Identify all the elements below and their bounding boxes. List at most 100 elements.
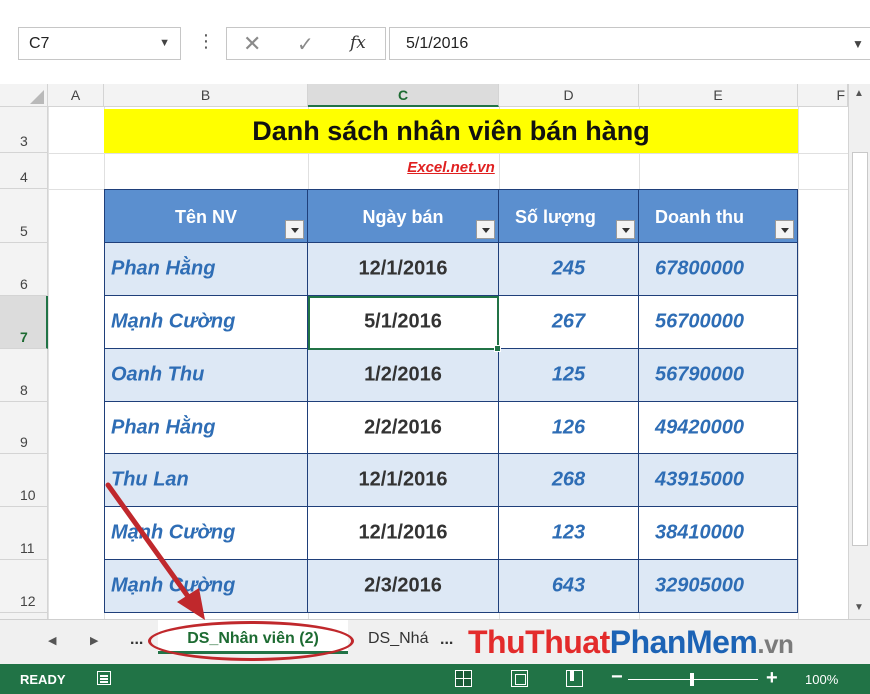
column-headers: A B C D E F [0, 84, 848, 107]
row-header-5[interactable]: 5 [0, 189, 48, 243]
cell-date[interactable]: 12/1/2016 [308, 507, 499, 560]
status-text: READY [20, 672, 66, 687]
watermark-logo: ThuThuatPhanMem.vn [468, 624, 794, 660]
scrollbar-thumb[interactable] [852, 152, 868, 546]
zoom-slider-thumb[interactable] [690, 673, 694, 686]
row-header-3[interactable]: 3 [0, 107, 48, 153]
column-header-a[interactable]: A [48, 84, 104, 107]
table-row: Oanh Thu 1/2/2016 125 56790000 [104, 349, 798, 402]
gridline [48, 153, 848, 154]
sheet-tab-bar: ◀ ▶ ... DS_Nhân viên (2) DS_Nhá ... ThuT… [0, 619, 870, 664]
scroll-up-icon[interactable]: ▲ [854, 88, 864, 99]
row-header-11[interactable]: 11 [0, 507, 48, 560]
page-layout-view-icon[interactable] [511, 670, 528, 687]
column-header-b[interactable]: B [104, 84, 308, 107]
cell-qty[interactable]: 125 [499, 349, 639, 402]
cell-revenue[interactable]: 32905000 [639, 560, 798, 613]
formula-value: 5/1/2016 [406, 35, 469, 52]
vertical-scrollbar[interactable]: ▲ ▼ [848, 84, 870, 619]
column-header-f[interactable]: F [798, 84, 848, 107]
cell-qty[interactable]: 643 [499, 560, 639, 613]
cell-revenue[interactable]: 67800000 [639, 243, 798, 296]
header-cell-revenue[interactable]: Doanh thu [639, 189, 798, 243]
row-header-7[interactable]: 7 [0, 296, 48, 349]
cell-date[interactable]: 2/3/2016 [308, 560, 499, 613]
close-icon[interactable]: ✕ [243, 31, 261, 57]
cell-date[interactable]: 2/2/2016 [308, 402, 499, 454]
cell-date[interactable]: 1/2/2016 [308, 349, 499, 402]
tab-scroll-left-icon[interactable]: ◀ [48, 634, 56, 647]
cell-qty[interactable]: 245 [499, 243, 639, 296]
function-icon[interactable]: fx [350, 33, 366, 53]
filter-dropdown-icon[interactable] [285, 220, 304, 239]
cell-revenue[interactable]: 49420000 [639, 402, 798, 454]
worksheet-grid[interactable]: Danh sách nhân viên bán hàng Excel.net.v… [48, 107, 848, 619]
cell-revenue[interactable]: 56790000 [639, 349, 798, 402]
chevron-down-icon[interactable]: ▼ [159, 37, 170, 49]
header-label: Ngày bán [362, 207, 444, 227]
header-label: Tên NV [174, 207, 237, 227]
sheet-title: Danh sách nhân viên bán hàng [252, 116, 650, 146]
cell-name[interactable]: Mạnh Cường [104, 560, 308, 613]
filter-dropdown-icon[interactable] [616, 220, 635, 239]
cell-qty[interactable]: 123 [499, 507, 639, 560]
column-header-e[interactable]: E [639, 84, 798, 107]
formula-input[interactable]: 5/1/2016 ▼ [389, 27, 870, 60]
tab-ds-nha[interactable]: DS_Nhá [368, 630, 428, 648]
filter-dropdown-icon[interactable] [476, 220, 495, 239]
cell-revenue[interactable]: 56700000 [639, 296, 798, 349]
row-header-4[interactable]: 4 [0, 153, 48, 189]
cell-name[interactable]: Mạnh Cường [104, 507, 308, 560]
tab-scroll-right-icon[interactable]: ▶ [90, 634, 98, 647]
name-box-value: C7 [29, 35, 50, 52]
row-header-8[interactable]: 8 [0, 349, 48, 402]
cell-name[interactable]: Phan Hằng [104, 243, 308, 296]
title-cell[interactable]: Danh sách nhân viên bán hàng [104, 109, 798, 153]
cell-date[interactable]: 5/1/2016 [308, 296, 499, 349]
zoom-in-button[interactable]: + [766, 667, 778, 690]
zoom-out-button[interactable]: − [611, 666, 623, 689]
fill-handle[interactable] [494, 345, 501, 352]
row-header-9[interactable]: 9 [0, 402, 48, 454]
sheet-subtitle-link[interactable]: Excel.net.vn [104, 159, 798, 176]
page-break-view-icon[interactable] [566, 670, 583, 687]
cell-qty[interactable]: 268 [499, 454, 639, 507]
table-row: Phan Hằng 2/2/2016 126 49420000 [104, 402, 798, 454]
header-cell-qty[interactable]: Số lượng [499, 189, 639, 243]
cell-qty[interactable]: 126 [499, 402, 639, 454]
row-header-6[interactable]: 6 [0, 243, 48, 296]
select-all-icon[interactable] [30, 90, 44, 104]
column-header-c[interactable]: C [308, 84, 499, 107]
scroll-down-icon[interactable]: ▼ [854, 602, 864, 613]
cell-name[interactable]: Oanh Thu [104, 349, 308, 402]
row-header-12[interactable]: 12 [0, 560, 48, 613]
header-cell-name[interactable]: Tên NV [104, 189, 308, 243]
normal-view-icon[interactable] [455, 670, 472, 687]
formula-bar: C7 ▼ ⋮ ✕ ✓ fx 5/1/2016 ▼ [0, 0, 870, 84]
macro-record-icon[interactable] [97, 671, 111, 685]
cell-qty[interactable]: 267 [499, 296, 639, 349]
zoom-level[interactable]: 100% [805, 672, 838, 687]
gridline [798, 107, 799, 619]
check-icon[interactable]: ✓ [297, 32, 314, 57]
name-box[interactable]: C7 ▼ [18, 27, 181, 60]
cell-name[interactable]: Phan Hằng [104, 402, 308, 454]
table-row: Mạnh Cường 5/1/2016 267 56700000 [104, 296, 798, 349]
tab-more-left[interactable]: ... [130, 631, 143, 649]
cell-name[interactable]: Mạnh Cường [104, 296, 308, 349]
column-header-d[interactable]: D [499, 84, 639, 107]
cell-revenue[interactable]: 38410000 [639, 507, 798, 560]
cell-name[interactable]: Thu Lan [104, 454, 308, 507]
row-header-10[interactable]: 10 [0, 454, 48, 507]
cell-date[interactable]: 12/1/2016 [308, 454, 499, 507]
tab-more-right[interactable]: ... [440, 631, 453, 649]
formula-bar-grip: ⋮ [197, 31, 215, 51]
row-headers: 3 4 5 6 7 8 9 10 11 12 [0, 107, 48, 619]
status-bar: READY − + 100% [0, 664, 870, 694]
filter-dropdown-icon[interactable] [775, 220, 794, 239]
cell-date[interactable]: 12/1/2016 [308, 243, 499, 296]
formula-controls: ✕ ✓ fx [226, 27, 386, 60]
chevron-down-icon[interactable]: ▼ [852, 37, 864, 51]
header-cell-date[interactable]: Ngày bán [308, 189, 499, 243]
cell-revenue[interactable]: 43915000 [639, 454, 798, 507]
